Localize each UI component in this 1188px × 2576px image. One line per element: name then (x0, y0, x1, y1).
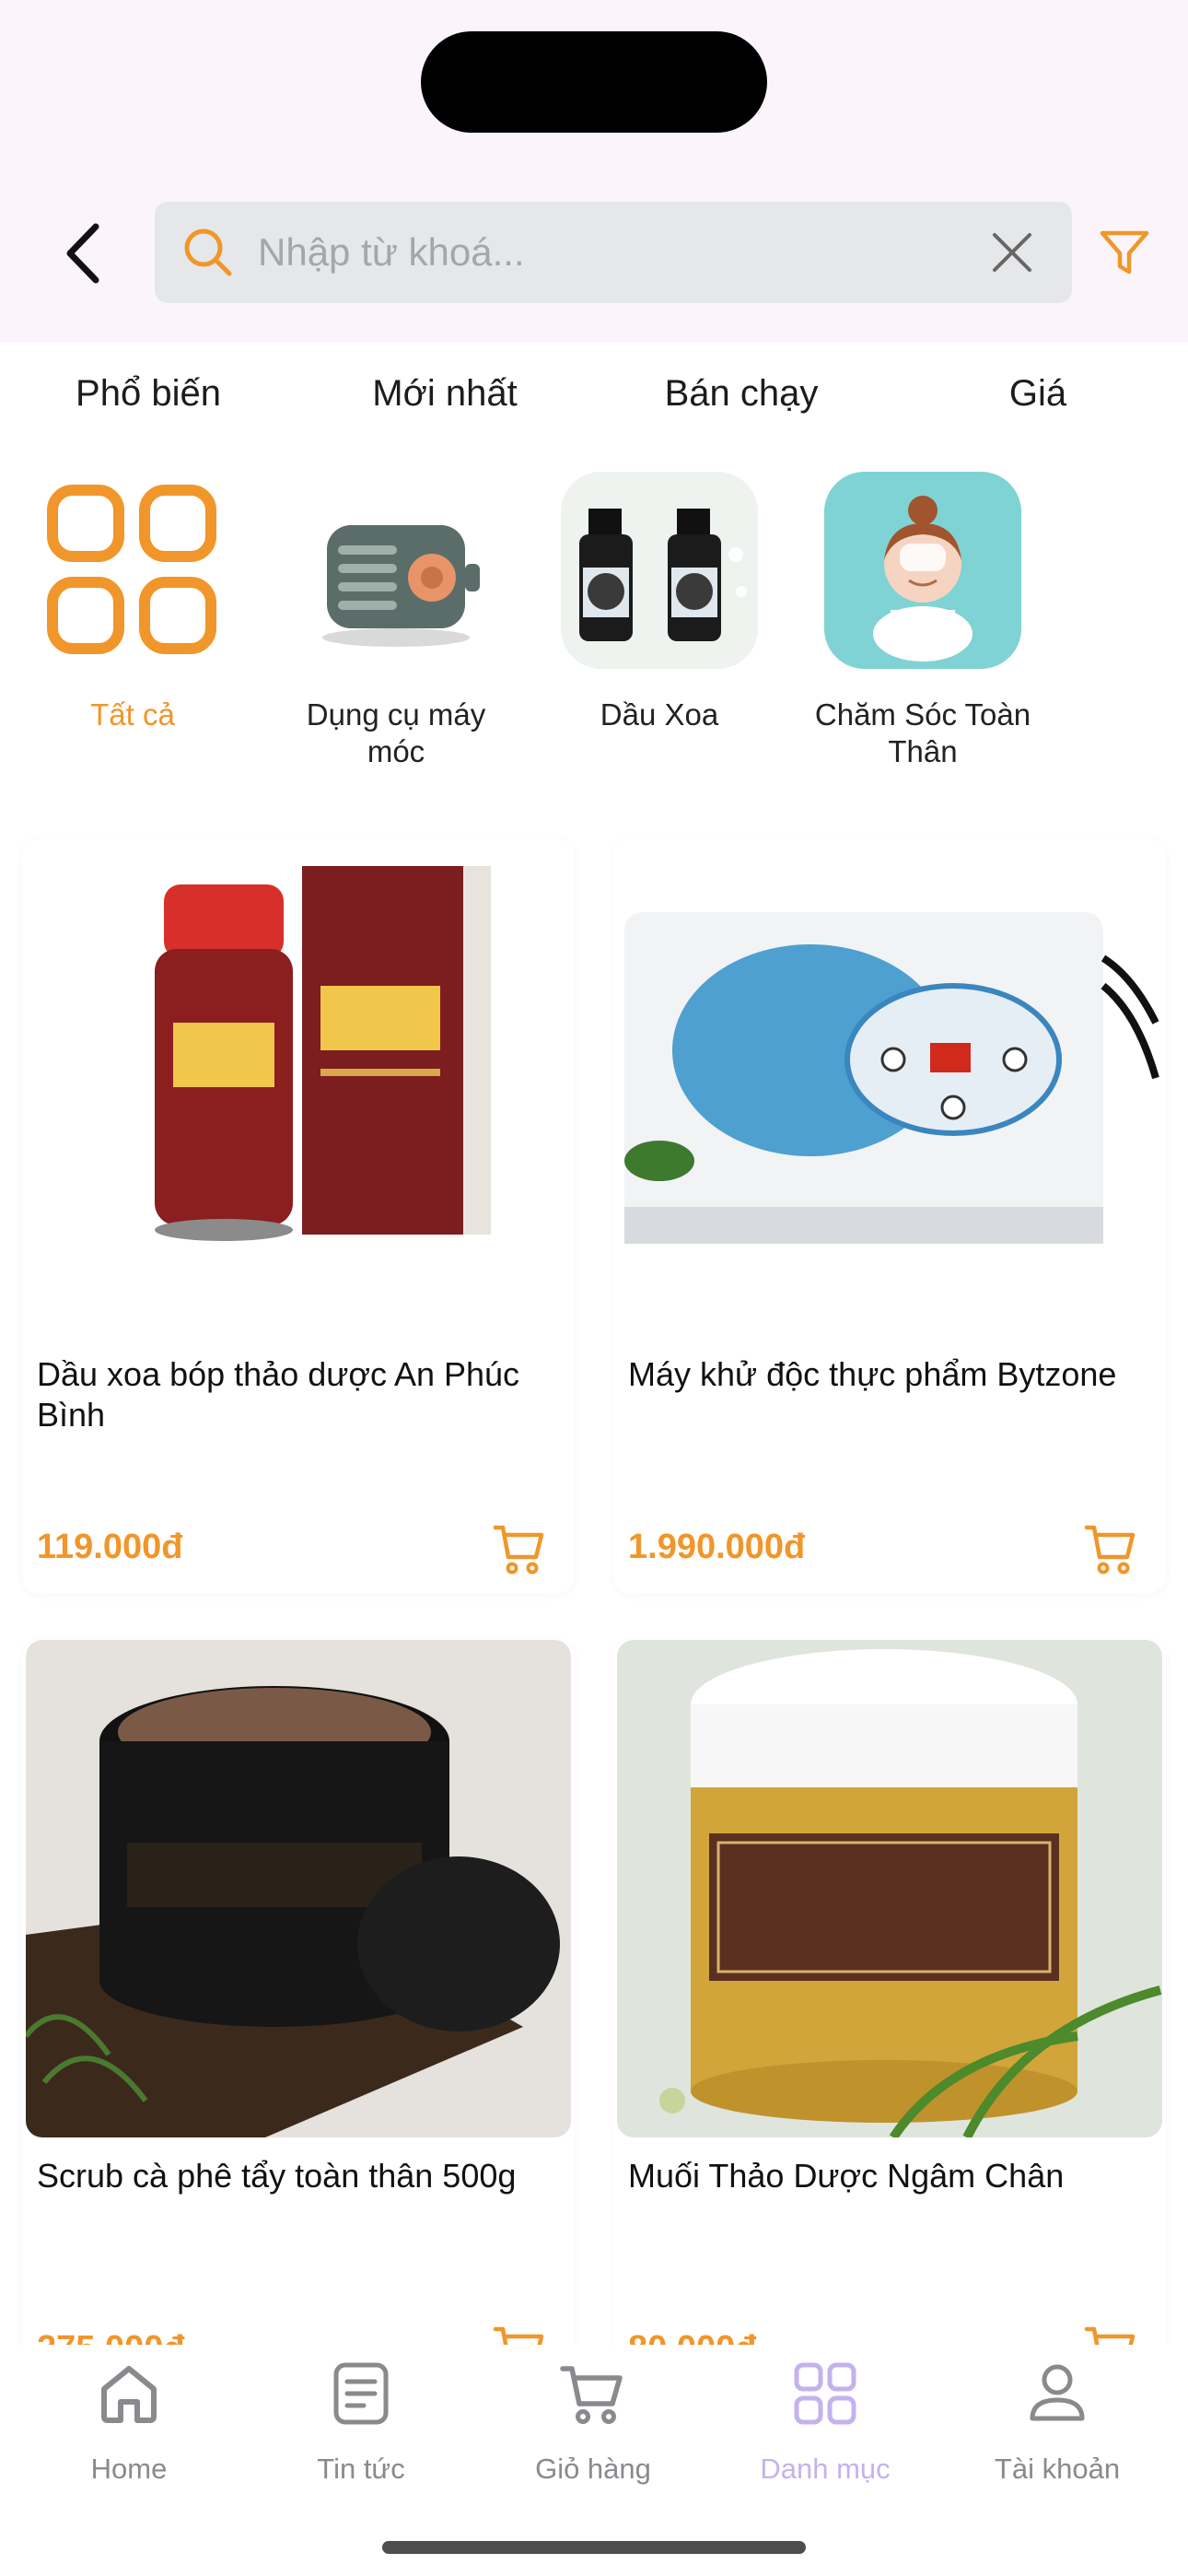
nav-label: Tài khoản (994, 2453, 1121, 2485)
nav-label: Tin tức (317, 2453, 405, 2485)
category-label: Dầu Xoa (600, 697, 719, 732)
close-icon[interactable] (989, 229, 1035, 275)
product-card[interactable]: Muối Thảo Dược Ngâm Chân 80.000đ (613, 1640, 1166, 2395)
product-image (617, 1640, 1162, 2137)
product-card[interactable]: Dầu xoa bóp thảo dược An Phúc Bình 119.0… (22, 838, 575, 1594)
add-to-cart-icon[interactable] (1083, 1520, 1138, 1575)
product-name: Máy khử độc thực phẩm Bytzone (628, 1355, 1117, 1393)
product-card[interactable]: Scrub cà phê tẩy toàn thân 500g 275.000đ (22, 1640, 575, 2395)
home-icon (101, 2366, 157, 2423)
nav-home[interactable]: Home (37, 2359, 221, 2486)
product-image (26, 838, 571, 1336)
product-price: 119.000đ (37, 1528, 183, 1566)
filter-icon[interactable] (1098, 226, 1151, 279)
nav-categories[interactable]: Danh mục (733, 2359, 917, 2486)
tab-popular[interactable]: Phổ biến (0, 343, 297, 444)
chevron-left-icon (66, 223, 99, 284)
nav-label: Giỏ hàng (535, 2453, 651, 2485)
product-price: 1.990.000đ (628, 1528, 806, 1566)
nav-label: Danh mục (760, 2453, 891, 2485)
news-icon (333, 2362, 389, 2425)
search-icon (184, 228, 232, 276)
category-label: Chăm Sóc Toàn Thân (814, 697, 1031, 768)
user-icon (1030, 2364, 1085, 2421)
product-image (617, 838, 1162, 1336)
oil-bottles-image (561, 472, 758, 669)
product-image (26, 1640, 571, 2137)
nav-account[interactable]: Tài khoản (965, 2359, 1149, 2486)
product-name: Dầu xoa bóp thảo dược An Phúc Bình (37, 1355, 520, 1434)
face-care-image (824, 472, 1021, 669)
category-grid-icon (794, 2362, 856, 2425)
category-all[interactable]: Tất cả (13, 472, 252, 733)
nav-news[interactable]: Tin tức (269, 2359, 453, 2486)
product-card[interactable]: Máy khử độc thực phẩm Bytzone 1.990.000đ (613, 838, 1166, 1594)
home-indicator (382, 2541, 806, 2554)
back-button[interactable] (55, 207, 111, 299)
sort-tabs: Phổ biến Mới nhất Bán chạy Giá (0, 343, 1188, 444)
tab-price[interactable]: Giá (890, 343, 1186, 444)
tab-best-selling[interactable]: Bán chạy (593, 343, 890, 444)
cart-icon (560, 2366, 623, 2424)
category-tools[interactable]: Dụng cụ máy móc (276, 472, 516, 770)
category-label: Dụng cụ máy móc (306, 697, 486, 768)
add-to-cart-icon[interactable] (492, 1520, 547, 1575)
search-bar[interactable] (155, 202, 1072, 303)
category-label: Tất cả (90, 697, 175, 732)
category-body-care[interactable]: Chăm Sóc Toàn Thân (803, 472, 1042, 770)
radio-device-image (297, 472, 495, 669)
grid-icon (34, 472, 231, 669)
category-row: Tất cả Dụng cụ máy móc Dầu Xoa Chăm Sóc … (0, 472, 1188, 776)
search-input[interactable] (258, 220, 958, 285)
tab-newest[interactable]: Mới nhất (297, 343, 593, 444)
nav-cart[interactable]: Giỏ hàng (501, 2359, 685, 2486)
product-name: Muối Thảo Dược Ngâm Chân (628, 2157, 1065, 2195)
dynamic-island (421, 31, 767, 133)
category-oils[interactable]: Dầu Xoa (540, 472, 779, 733)
nav-label: Home (90, 2453, 168, 2485)
product-name: Scrub cà phê tẩy toàn thân 500g (37, 2157, 517, 2195)
